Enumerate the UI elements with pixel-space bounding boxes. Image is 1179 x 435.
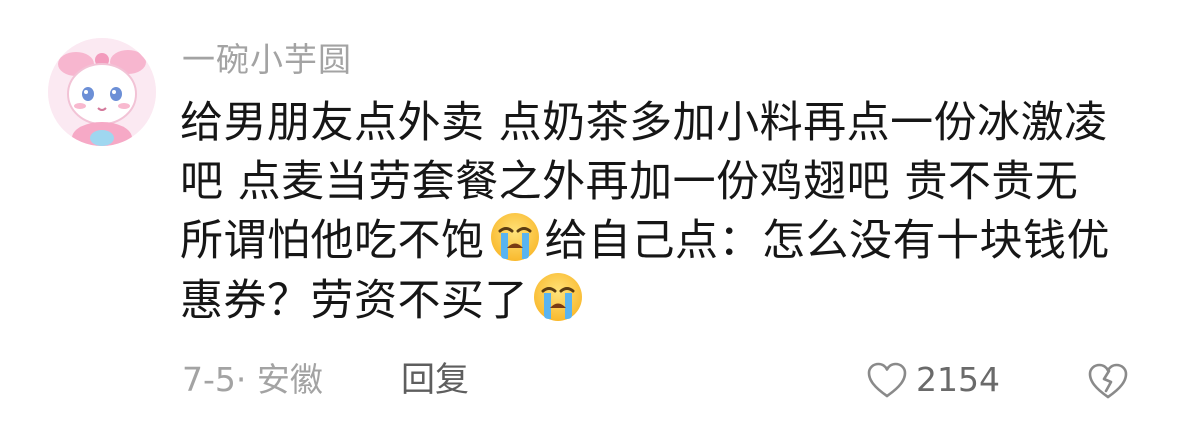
comment-meta: 7-5· 安徽 [182, 360, 323, 399]
like-count: 2154 [916, 360, 1000, 399]
dislike-button[interactable] [1087, 361, 1129, 401]
reply-button[interactable]: 回复 [401, 358, 469, 402]
pink-cartoon-avatar-icon [48, 38, 156, 146]
loudly-crying-face-icon-2 [530, 271, 586, 323]
loudly-crying-face-icon [487, 211, 543, 263]
comment-item: 一碗小芋圆 给男朋友点外卖 点奶茶多加小料再点一份冰激凌吧 点麦当劳套餐之外再加… [0, 0, 1179, 435]
user-avatar[interactable] [48, 38, 156, 146]
broken-heart-outline-icon [1088, 363, 1128, 399]
heart-outline-icon [867, 362, 907, 398]
username[interactable]: 一碗小芋圆 [182, 38, 352, 82]
like-button[interactable]: 2154 [866, 358, 1000, 402]
comment-text: 给男朋友点外卖 点奶茶多加小料再点一份冰激凌吧 点麦当劳套餐之外再加一份鸡翅吧 … [180, 94, 1120, 330]
